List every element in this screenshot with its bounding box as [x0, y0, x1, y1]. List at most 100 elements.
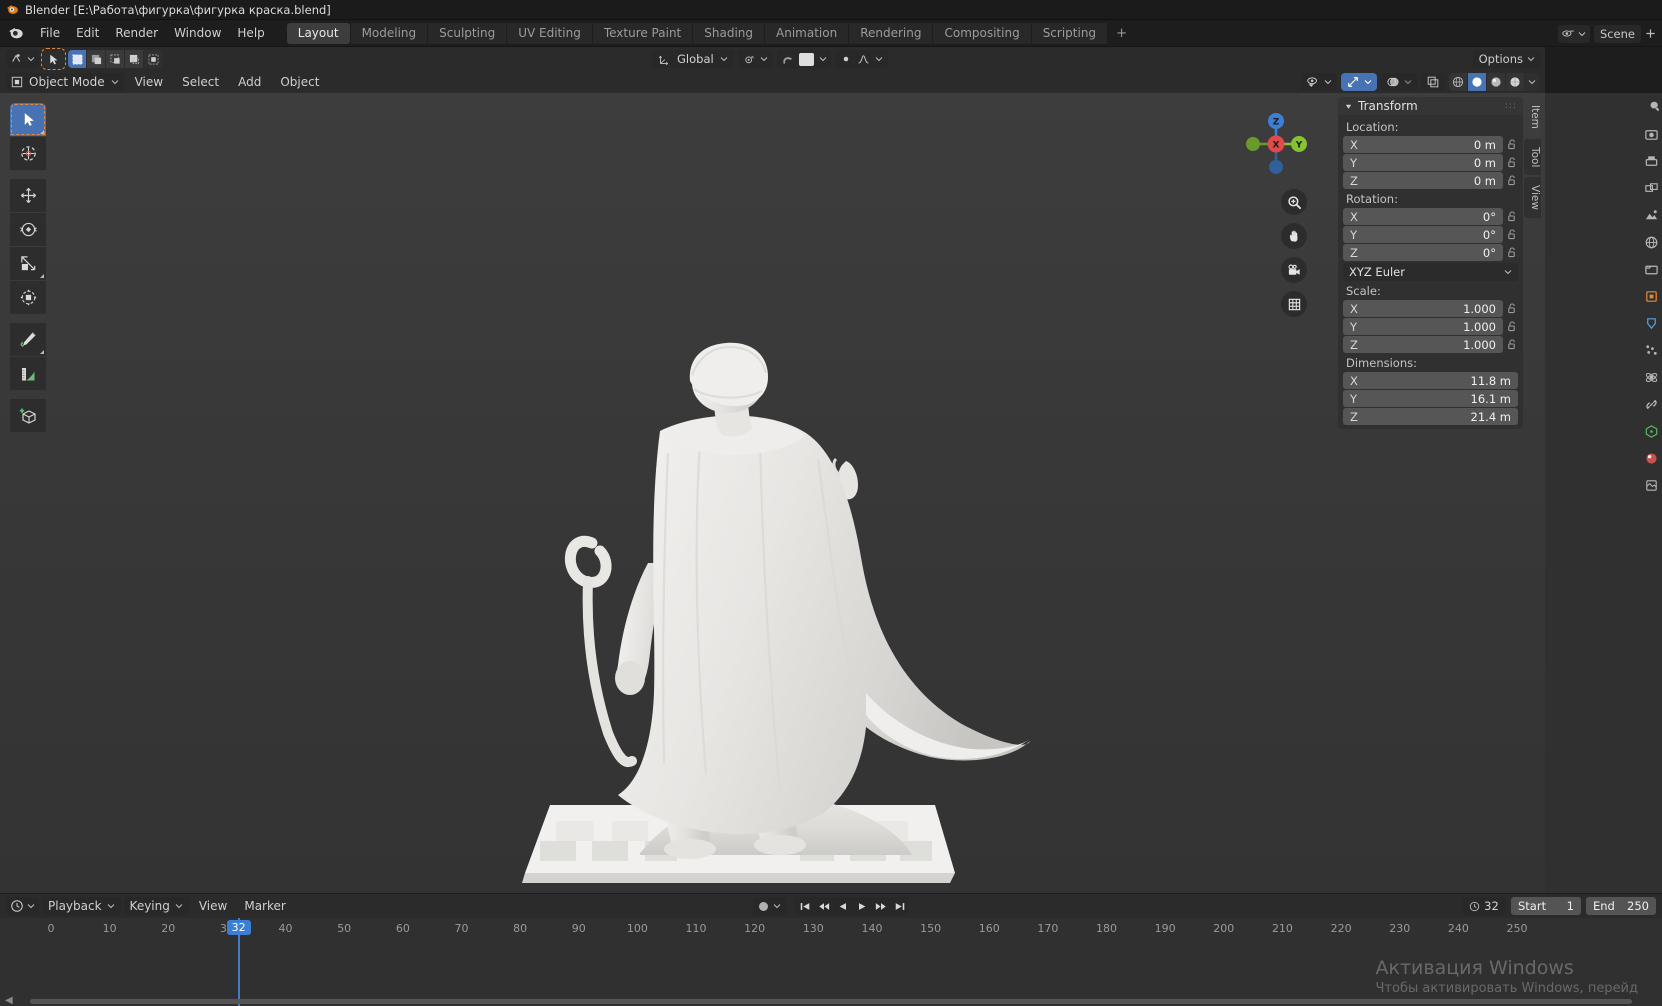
- annotate-tool[interactable]: [10, 323, 46, 356]
- cursor-tool[interactable]: [10, 137, 46, 170]
- location-z-field[interactable]: Z 0 m: [1343, 172, 1503, 189]
- tweak-select-box-tool[interactable]: [10, 103, 46, 136]
- jump-to-end-button[interactable]: [890, 897, 909, 915]
- proportional-editing-group[interactable]: [834, 50, 888, 68]
- output-properties-icon[interactable]: [1643, 153, 1660, 170]
- lock-open-icon[interactable]: [1506, 339, 1518, 350]
- texture-properties-icon[interactable]: [1643, 477, 1660, 494]
- view-layer-properties-icon[interactable]: [1643, 180, 1660, 197]
- tab-uv-editing[interactable]: UV Editing: [506, 22, 592, 44]
- particle-properties-icon[interactable]: [1643, 342, 1660, 359]
- select-mode-subtract-icon[interactable]: [106, 50, 125, 68]
- n-tab-item[interactable]: Item: [1524, 97, 1541, 137]
- material-properties-icon[interactable]: [1643, 450, 1660, 467]
- n-tab-view[interactable]: View: [1524, 177, 1541, 219]
- tab-sculpting[interactable]: Sculpting: [427, 22, 507, 44]
- lock-open-icon[interactable]: [1506, 157, 1518, 168]
- rotation-y-field[interactable]: Y 0°: [1343, 226, 1503, 243]
- timeline-menu-keying[interactable]: Keying: [123, 897, 189, 915]
- viewport-menu-add[interactable]: Add: [230, 73, 269, 91]
- scene-properties-icon[interactable]: [1643, 207, 1660, 224]
- constraint-properties-icon[interactable]: [1643, 396, 1660, 413]
- tab-modeling[interactable]: Modeling: [349, 22, 428, 44]
- world-properties-icon[interactable]: [1643, 234, 1660, 251]
- add-cube-tool[interactable]: [10, 399, 46, 432]
- rotation-x-field[interactable]: X 0°: [1343, 208, 1503, 225]
- shading-rendered-icon[interactable]: [1506, 73, 1525, 91]
- menu-help[interactable]: Help: [229, 23, 272, 43]
- tab-compositing[interactable]: Compositing: [932, 22, 1031, 44]
- lock-open-icon[interactable]: [1506, 321, 1518, 332]
- toggle-ortho-button[interactable]: [1281, 291, 1307, 317]
- timeline-horizontal-scrollbar[interactable]: [30, 999, 1632, 1004]
- select-mode-new-icon[interactable]: [68, 50, 87, 68]
- location-x-field[interactable]: X 0 m: [1343, 136, 1503, 153]
- measure-tool[interactable]: [10, 357, 46, 390]
- dimensions-z-field[interactable]: Z 21.4 m: [1343, 408, 1518, 425]
- object-properties-icon[interactable]: [1643, 288, 1660, 305]
- browse-scene-button[interactable]: [1557, 24, 1590, 43]
- snapping-group[interactable]: [776, 50, 831, 68]
- viewport-menu-view[interactable]: View: [127, 73, 171, 91]
- tab-texture-paint[interactable]: Texture Paint: [591, 22, 693, 44]
- lock-open-icon[interactable]: [1506, 139, 1518, 150]
- add-workspace-button[interactable]: +: [1107, 23, 1136, 44]
- shading-wireframe-icon[interactable]: [1449, 73, 1468, 91]
- play-button[interactable]: [852, 897, 871, 915]
- next-keyframe-button[interactable]: [871, 897, 890, 915]
- blender-menu-logo-icon[interactable]: [8, 25, 24, 41]
- timeline-menu-view[interactable]: View: [192, 897, 234, 915]
- select-mode-extend-icon[interactable]: [87, 50, 106, 68]
- physics-properties-icon[interactable]: [1643, 369, 1660, 386]
- select-mode-intersect-icon[interactable]: [144, 50, 163, 68]
- tab-layout[interactable]: Layout: [286, 22, 350, 44]
- 3d-viewport[interactable]: Z Y X Transform::: Location: X 0 m Y 0 …: [0, 93, 1545, 893]
- menu-edit[interactable]: Edit: [68, 23, 107, 43]
- falloff-curve-icon[interactable]: [857, 53, 870, 65]
- tool-properties-icon[interactable]: [1643, 99, 1660, 116]
- lock-open-icon[interactable]: [1506, 175, 1518, 186]
- jump-to-start-button[interactable]: [795, 897, 814, 915]
- dimensions-x-field[interactable]: X 11.8 m: [1343, 372, 1518, 389]
- pan-view-button[interactable]: [1281, 223, 1307, 249]
- visibility-dropdown[interactable]: [1301, 73, 1337, 91]
- scale-tool[interactable]: [10, 247, 46, 280]
- menu-render[interactable]: Render: [107, 23, 166, 43]
- scale-z-field[interactable]: Z 1.000: [1343, 336, 1503, 353]
- snap-magnet-icon[interactable]: [781, 53, 794, 66]
- dimensions-y-field[interactable]: Y 16.1 m: [1343, 390, 1518, 407]
- timeline-ruler[interactable]: 0102030405060708090100110120130140150160…: [0, 918, 1662, 1006]
- viewport-menu-object[interactable]: Object: [272, 73, 327, 91]
- tab-shading[interactable]: Shading: [692, 22, 764, 44]
- shading-material-icon[interactable]: [1487, 73, 1506, 91]
- n-tab-tool[interactable]: Tool: [1524, 138, 1541, 176]
- frame-start-field[interactable]: Start 1: [1511, 897, 1581, 915]
- data-properties-icon[interactable]: [1643, 423, 1660, 440]
- transform-tool[interactable]: [10, 281, 46, 314]
- proportional-edit-falloff-swatch[interactable]: [798, 52, 814, 66]
- triangle-down-icon[interactable]: [1344, 102, 1353, 111]
- proportional-edit-icon[interactable]: [840, 53, 852, 65]
- xray-toggle[interactable]: [1421, 73, 1445, 91]
- prev-keyframe-button[interactable]: [814, 897, 833, 915]
- tab-rendering[interactable]: Rendering: [848, 22, 933, 44]
- scene-name-field[interactable]: Scene: [1593, 24, 1641, 43]
- camera-view-button[interactable]: [1281, 257, 1307, 283]
- rotation-z-field[interactable]: Z 0°: [1343, 244, 1503, 261]
- zoom-view-button[interactable]: [1281, 189, 1307, 215]
- new-scene-icon[interactable]: [1645, 28, 1656, 39]
- timeline-scroll-left-icon[interactable]: ◀: [5, 995, 13, 1006]
- gizmo-dropdown[interactable]: [1341, 73, 1377, 91]
- editor-type-button[interactable]: [6, 50, 39, 68]
- object-mode-dropdown[interactable]: Object Mode: [6, 73, 124, 91]
- scale-x-field[interactable]: X 1.000: [1343, 300, 1503, 317]
- lock-open-icon[interactable]: [1506, 247, 1518, 258]
- collection-properties-icon[interactable]: [1643, 261, 1660, 278]
- select-tool-button[interactable]: [41, 48, 66, 70]
- location-y-field[interactable]: Y 0 m: [1343, 154, 1503, 171]
- shading-dropdown-chevron-icon[interactable]: [1525, 73, 1539, 91]
- lock-open-icon[interactable]: [1506, 303, 1518, 314]
- tab-scripting[interactable]: Scripting: [1030, 22, 1108, 44]
- lock-open-icon[interactable]: [1506, 211, 1518, 222]
- pivot-point-dropdown[interactable]: [737, 50, 773, 68]
